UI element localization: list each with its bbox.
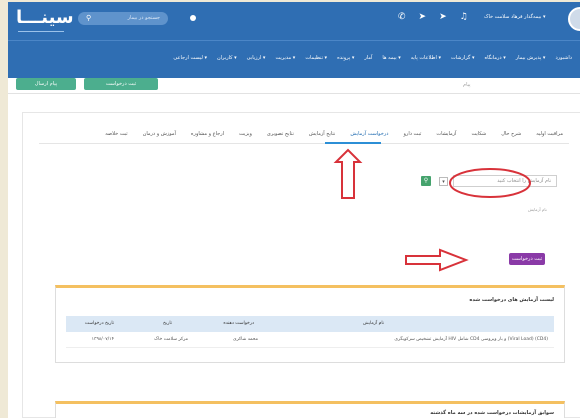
search-input[interactable]: ⚲ جستجو در بیمار bbox=[78, 12, 168, 25]
header-icons: ✆ ➤ ➤ ♫ bbox=[398, 12, 468, 22]
nav-item[interactable]: لیست ارجاعی ▾ bbox=[173, 55, 207, 61]
main-nav: داشبورد پذیرش بیمار ▾ درمانگاه ▾ گزارشات ▾ ا… bbox=[8, 40, 580, 78]
send-message-button[interactable]: پیام ارسال bbox=[16, 78, 76, 90]
avatar[interactable] bbox=[568, 7, 580, 31]
send-icon[interactable]: ➤ bbox=[439, 12, 447, 22]
chevron-down-icon[interactable]: ▾ bbox=[439, 177, 448, 186]
tab-bar: مراقبت اولیه شرح حال شکایت آزمایشات ثبت دارو… bbox=[105, 131, 563, 137]
app-logo: سینـــا bbox=[16, 7, 74, 28]
arrow-icon[interactable]: ➤ bbox=[419, 12, 427, 22]
status-dot-icon bbox=[190, 15, 196, 21]
nav-item[interactable]: ارزیابی ▾ bbox=[247, 55, 266, 61]
nav-item[interactable]: پرونده ▾ bbox=[337, 55, 354, 61]
bell-icon[interactable]: ♫ bbox=[460, 12, 468, 22]
cell-request-date: ۱۳۹۸/۰۷/۱۴ bbox=[91, 337, 114, 342]
tab-8[interactable]: ویزیت bbox=[239, 131, 252, 137]
cell-test-name: آزمایش تشخیص سرکوبگری HIV شامل CD4 و بار… bbox=[394, 337, 548, 342]
nav-item[interactable]: اطلاعات پایه ▾ bbox=[411, 55, 441, 61]
sub-toolbar: پیام ارسال ثبت درخواست پیام bbox=[8, 78, 580, 94]
cell-center: مرکز سلامت خاک bbox=[154, 337, 188, 342]
nav-item[interactable]: گزارشات ▾ bbox=[451, 55, 474, 61]
field-hint: نام آزمایش bbox=[528, 207, 547, 212]
top-header: سینـــا ⚲ جستجو در بیمار ✆ ➤ ➤ ♫ بیمه‌گذ… bbox=[8, 2, 580, 40]
tab-divider bbox=[39, 143, 569, 144]
col-test-name: نام آزمایش bbox=[362, 321, 384, 326]
nav-item[interactable]: آمار bbox=[364, 55, 372, 61]
submit-request-button-top[interactable]: ثبت درخواست bbox=[84, 78, 158, 90]
col-request-date: تاریخ درخواست bbox=[84, 321, 114, 326]
nav-items: داشبورد پذیرش بیمار ▾ درمانگاه ▾ گزارشات ▾ ا… bbox=[173, 55, 572, 61]
app-window: سینـــا ⚲ جستجو در بیمار ✆ ➤ ➤ ♫ بیمه‌گذ… bbox=[8, 2, 580, 418]
tab-0[interactable]: مراقبت اولیه bbox=[536, 131, 563, 137]
table-header: نام آزمایش درخواست دهنده تاریخ تاریخ درخ… bbox=[66, 316, 554, 332]
requested-tests-card: لیست آزمایش های درخواست شده نام آزمایش د… bbox=[55, 285, 565, 363]
nav-item[interactable]: مدیریت ▾ bbox=[275, 55, 295, 61]
tab-5[interactable]: درخواست آزمایش bbox=[350, 131, 388, 137]
cell-requester: محمد شاکری bbox=[233, 337, 258, 342]
logo-underline bbox=[18, 31, 64, 32]
test-select[interactable]: نام آزمایش را انتخاب کنید bbox=[453, 175, 557, 187]
tab-11[interactable]: ثبت خلاصه bbox=[105, 131, 127, 137]
submit-request-button[interactable]: ثبت درخواست bbox=[509, 253, 545, 265]
tab-9[interactable]: ارجاع و مشاوره bbox=[191, 131, 224, 137]
phone-icon[interactable]: ✆ bbox=[398, 12, 406, 22]
search-test-button[interactable]: ⚲ bbox=[421, 176, 431, 186]
tab-10[interactable]: آموزش و درمان bbox=[143, 131, 176, 137]
nav-item[interactable]: پذیرش بیمار ▾ bbox=[516, 55, 546, 61]
tab-3[interactable]: آزمایشات bbox=[436, 131, 456, 137]
tab-7[interactable]: نتایج تصویری bbox=[267, 131, 294, 137]
subbar-label: پیام bbox=[463, 82, 471, 88]
patient-panel: مراقبت اولیه شرح حال شکایت آزمایشات ثبت دارو… bbox=[22, 112, 580, 418]
search-placeholder: جستجو در بیمار bbox=[127, 15, 160, 21]
tab-2[interactable]: شکایت bbox=[471, 131, 486, 137]
table-row[interactable]: آزمایش تشخیص سرکوبگری HIV شامل CD4 و بار… bbox=[66, 332, 554, 348]
nav-item[interactable]: کاربران ▾ bbox=[217, 55, 237, 61]
tab-1[interactable]: شرح حال bbox=[501, 131, 521, 137]
user-menu[interactable]: بیمه‌گذار فرهاد سلامت خاک ▾ bbox=[484, 14, 546, 20]
test-select-placeholder: نام آزمایش را انتخاب کنید bbox=[497, 178, 551, 184]
active-tab-indicator bbox=[325, 142, 381, 144]
col-requester: درخواست دهنده bbox=[223, 321, 254, 326]
nav-item[interactable]: درمانگاه ▾ bbox=[485, 55, 506, 61]
search-icon: ⚲ bbox=[86, 14, 92, 22]
col-date: تاریخ bbox=[163, 321, 172, 326]
nav-item[interactable]: تنظیمات ▾ bbox=[305, 55, 327, 61]
nav-item[interactable]: بیمه ها ▾ bbox=[382, 55, 400, 61]
nav-item[interactable]: داشبورد bbox=[555, 55, 572, 61]
history-title: سوابق آزمایشات درخواست شده در سه ماه گذش… bbox=[430, 410, 554, 416]
history-card: سوابق آزمایشات درخواست شده در سه ماه گذش… bbox=[55, 401, 565, 418]
card-title: لیست آزمایش های درخواست شده bbox=[469, 297, 554, 303]
tab-6[interactable]: نتایج آزمایش bbox=[309, 131, 335, 137]
tab-4[interactable]: ثبت دارو bbox=[404, 131, 422, 137]
